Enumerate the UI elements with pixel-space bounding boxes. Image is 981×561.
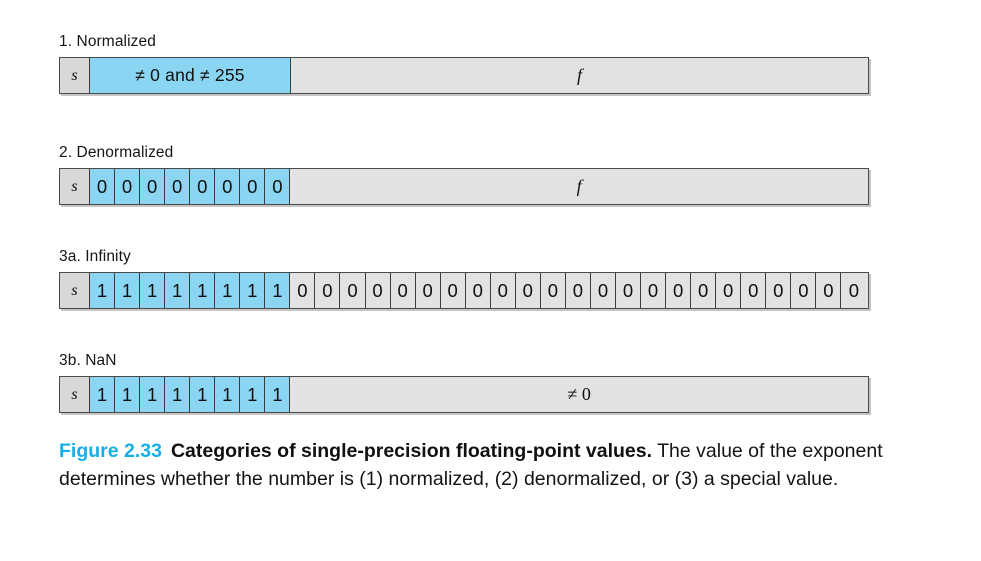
fraction-cell-denormalized: f [290, 169, 868, 204]
fraction-bit: 0 [841, 273, 867, 308]
exponent-bit: 1 [115, 377, 141, 412]
exponent-bit: 1 [190, 273, 216, 308]
exponent-bit: 0 [115, 169, 141, 204]
fraction-bit: 0 [716, 273, 742, 308]
group-normalized: 1. Normalized s ≠ 0 and ≠ 255 f [59, 33, 869, 94]
exponent-bit: 1 [140, 273, 166, 308]
exponent-bit: 0 [165, 169, 191, 204]
fraction-bit: 0 [791, 273, 817, 308]
fraction-bit: 0 [290, 273, 316, 308]
fraction-bit: 0 [315, 273, 341, 308]
fraction-bit: 0 [540, 273, 566, 308]
bitfield-infinity: s 1 1 1 1 1 1 1 1 0 0 0 0 0 0 0 0 0 0 0 … [59, 272, 869, 309]
fraction-bit: 0 [415, 273, 441, 308]
exponent-cell-normalized: ≠ 0 and ≠ 255 [90, 58, 291, 93]
exponent-bit: 1 [265, 377, 291, 412]
exponent-bit: 1 [90, 273, 116, 308]
fraction-bit: 0 [515, 273, 541, 308]
exponent-bit: 1 [165, 273, 191, 308]
exponent-bit: 1 [190, 377, 216, 412]
exponent-bit: 1 [240, 273, 266, 308]
exponent-bit: 1 [140, 377, 166, 412]
sign-cell-nan: s [60, 377, 90, 412]
exponent-bit: 1 [90, 377, 116, 412]
fraction-bit: 0 [340, 273, 366, 308]
exponent-bit: 0 [190, 169, 216, 204]
figure-title: Categories of single-precision floating-… [170, 440, 653, 462]
bitfield-denormalized: s 0 0 0 0 0 0 0 0 f [59, 168, 869, 205]
group-label-normalized: 1. Normalized [59, 33, 156, 50]
fraction-bit: 0 [691, 273, 717, 308]
fraction-bit: 0 [741, 273, 767, 308]
fraction-cell-nan: ≠ 0 [290, 377, 868, 412]
sign-cell-normalized: s [60, 58, 90, 93]
fraction-bit: 0 [615, 273, 642, 308]
bitfield-normalized: s ≠ 0 and ≠ 255 f [59, 57, 869, 94]
group-label-infinity: 3a. Infinity [59, 248, 131, 265]
fraction-bit: 0 [666, 273, 692, 308]
sign-cell-infinity: s [60, 273, 90, 308]
fraction-bit: 0 [641, 273, 667, 308]
bitfield-nan: s 1 1 1 1 1 1 1 1 ≠ 0 [59, 376, 869, 413]
fraction-bit: 0 [565, 273, 591, 308]
exponent-bit: 0 [215, 169, 241, 204]
fraction-bit: 0 [465, 273, 491, 308]
group-label-denormalized: 2. Denormalized [59, 144, 174, 161]
exponent-bit: 1 [215, 377, 241, 412]
exponent-bit: 0 [265, 169, 291, 204]
fraction-bit: 0 [440, 273, 466, 308]
exponent-bit: 0 [140, 169, 166, 204]
figure-caption: Figure 2.33 Categories of single-precisio… [59, 437, 914, 493]
group-infinity: 3a. Infinity s 1 1 1 1 1 1 1 1 0 0 0 0 0… [59, 248, 869, 309]
fraction-bit: 0 [816, 273, 842, 308]
figure-2-33: 1. Normalized s ≠ 0 and ≠ 255 f 2. Denor… [0, 0, 981, 561]
sign-cell-denormalized: s [60, 169, 90, 204]
exponent-bit: 1 [215, 273, 241, 308]
fraction-bit: 0 [766, 273, 792, 308]
exponent-bit: 0 [90, 169, 116, 204]
exponent-bit: 1 [115, 273, 141, 308]
fraction-bit: 0 [390, 273, 416, 308]
fraction-bit: 0 [590, 273, 616, 308]
group-label-nan: 3b. NaN [59, 352, 117, 369]
fraction-cell-normalized: f [291, 58, 868, 93]
group-denormalized: 2. Denormalized s 0 0 0 0 0 0 0 0 f [59, 144, 869, 205]
exponent-bit: 1 [165, 377, 191, 412]
figure-number: Figure 2.33 [59, 440, 162, 462]
fraction-bit: 0 [490, 273, 516, 308]
group-nan: 3b. NaN s 1 1 1 1 1 1 1 1 ≠ 0 [59, 352, 869, 413]
exponent-bit: 1 [240, 377, 266, 412]
exponent-bit: 1 [265, 273, 291, 308]
fraction-bit: 0 [365, 273, 391, 308]
exponent-bit: 0 [240, 169, 266, 204]
